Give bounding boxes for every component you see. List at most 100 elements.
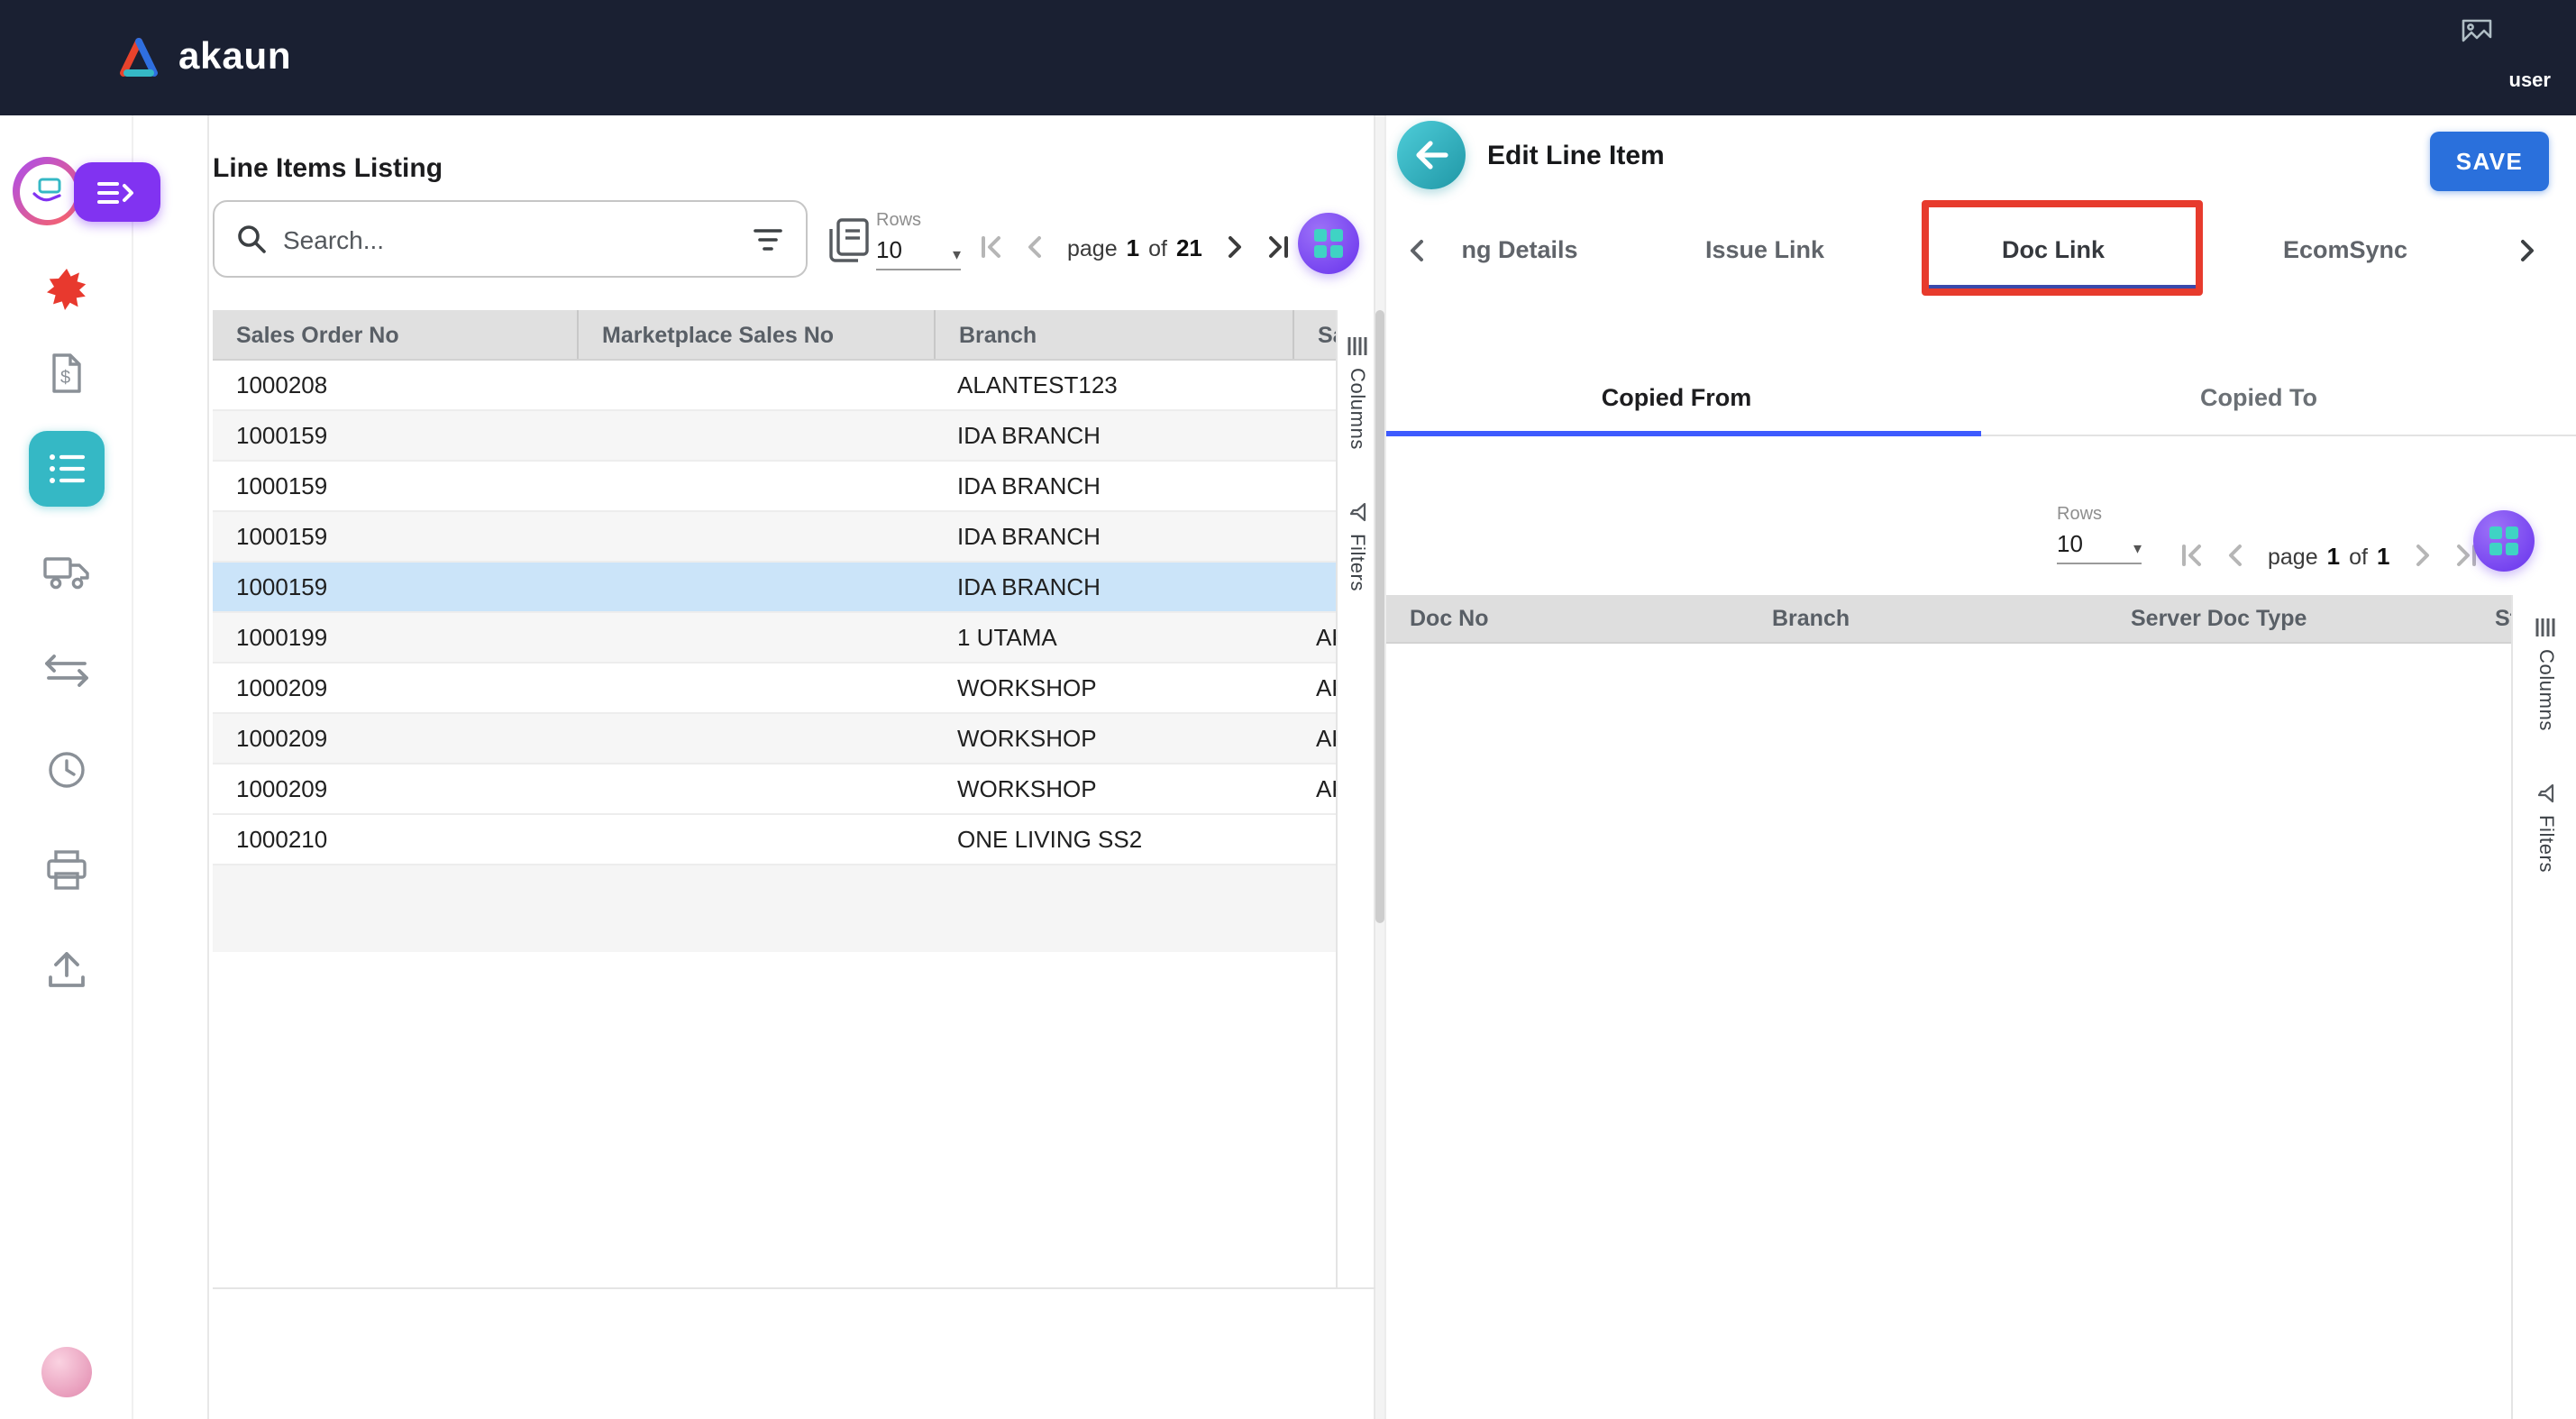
sidebar-item-print[interactable] xyxy=(0,829,133,909)
column-header-clipped[interactable]: St xyxy=(2471,595,2511,642)
table-side-strip: Columns Filters xyxy=(2511,595,2576,1419)
table-cell: IDA BRANCH xyxy=(934,512,1293,561)
table-cell: IDA BRANCH xyxy=(934,462,1293,510)
module-badge xyxy=(19,163,75,219)
truck-icon xyxy=(43,553,90,590)
rows-per-page-select[interactable]: Rows 10 ▾ xyxy=(2057,505,2142,564)
line-items-panel: Line Items Listing Rows 10 ▾ xyxy=(207,115,1375,1419)
card-view-icon[interactable] xyxy=(826,216,871,265)
sidebar-expand-control[interactable] xyxy=(13,157,81,225)
scrollbar-thumb[interactable] xyxy=(1375,310,1384,923)
search-input[interactable] xyxy=(283,224,735,253)
last-page-button[interactable] xyxy=(1262,231,1294,263)
sidebar-item-promo[interactable] xyxy=(0,249,133,328)
tab-ecomsync[interactable]: EcomSync xyxy=(2283,236,2407,263)
dropdown-caret-icon: ▾ xyxy=(2133,541,2142,557)
first-page-button[interactable] xyxy=(975,231,1008,263)
table-row[interactable]: 1000199 1 UTAMA AK xyxy=(213,613,1338,664)
table-row[interactable]: 1000209 WORKSHOP AK xyxy=(213,764,1338,815)
tab-ng-details[interactable]: ng Details xyxy=(1461,236,1577,263)
subtab-copied-from[interactable]: Copied From xyxy=(1602,384,1752,411)
tabs-scroll-right-button[interactable] xyxy=(2511,234,2544,267)
rows-label: Rows xyxy=(2057,505,2142,525)
column-header-doc-no[interactable]: Doc No xyxy=(1386,595,1749,642)
page-title: Line Items Listing xyxy=(213,153,443,184)
table-cell: ALANTEST123 xyxy=(934,361,1293,409)
columns-label: Columns xyxy=(1346,368,1367,450)
table-cell: 1000209 xyxy=(213,664,577,712)
table-row[interactable]: 1000210 ONE LIVING SS2 xyxy=(213,815,1338,865)
filters-toggle[interactable]: Filters xyxy=(1346,500,1367,590)
column-header-branch[interactable]: Branch xyxy=(1749,595,2107,642)
table-bottom-border xyxy=(213,1287,1375,1289)
table-side-strip: Columns Filters xyxy=(1336,310,1375,1287)
rows-per-page-select[interactable]: Rows 10 ▾ xyxy=(876,211,961,270)
subtab-copied-to[interactable]: Copied To xyxy=(2200,384,2317,411)
table-cell: AK xyxy=(1293,613,1338,662)
prev-page-button[interactable] xyxy=(2219,539,2252,572)
sidebar-item-transfer[interactable] xyxy=(0,631,133,710)
red-burst-icon xyxy=(45,267,88,310)
sidebar-item-upload[interactable] xyxy=(0,929,133,1008)
pagination: page 1 of 1 xyxy=(2176,532,2481,579)
table-cell: 1000159 xyxy=(213,563,577,611)
table-row[interactable]: 1000159 IDA BRANCH xyxy=(213,411,1338,462)
table-cell xyxy=(1293,411,1338,460)
back-button[interactable] xyxy=(1397,121,1466,189)
table-cell: 1000210 xyxy=(213,815,577,864)
filter-list-icon[interactable] xyxy=(752,226,784,252)
tabs-scroll-left-button[interactable] xyxy=(1401,234,1433,267)
table-row[interactable]: 1000208 ALANTEST123 xyxy=(213,361,1338,411)
table-row[interactable]: 1000209 WORKSHOP AK xyxy=(213,714,1338,764)
panel-scrollbar[interactable] xyxy=(1375,115,1384,1419)
column-header-clipped[interactable]: Sa xyxy=(1293,310,1338,359)
line-items-table: Sales Order No Marketplace Sales No Bran… xyxy=(213,310,1338,952)
sidebar-item-history[interactable] xyxy=(0,730,133,810)
profile-avatar[interactable] xyxy=(41,1347,92,1397)
user-avatar-broken-image[interactable]: user xyxy=(2461,14,2551,97)
table-cell xyxy=(1293,361,1338,409)
column-header-marketplace-sales-no[interactable]: Marketplace Sales No xyxy=(577,310,934,359)
table-cell: 1000199 xyxy=(213,613,577,662)
column-header-sales-order-no[interactable]: Sales Order No xyxy=(213,310,577,359)
next-page-button[interactable] xyxy=(1219,231,1251,263)
table-row[interactable]: 1000159 IDA BRANCH xyxy=(213,462,1338,512)
akaun-logo-icon xyxy=(115,36,162,79)
table-row-selected[interactable]: 1000159 IDA BRANCH xyxy=(213,563,1338,613)
tab-issue-link[interactable]: Issue Link xyxy=(1705,236,1824,263)
table-cell xyxy=(577,815,934,864)
columns-toggle[interactable]: Columns xyxy=(2535,617,2556,731)
table-row[interactable]: 1000209 WORKSHOP AK xyxy=(213,664,1338,714)
brand-name: akaun xyxy=(178,36,291,79)
table-cell xyxy=(1293,512,1338,561)
prev-page-button[interactable] xyxy=(1019,231,1051,263)
sidebar-item-delivery[interactable] xyxy=(0,532,133,611)
doc-link-table-header-row: Doc No Branch Server Doc Type St xyxy=(1386,595,2511,644)
menu-arrow-icon xyxy=(96,178,139,206)
table-row[interactable]: 1000159 IDA BRANCH xyxy=(213,512,1338,563)
table-cell: 1000208 xyxy=(213,361,577,409)
upload-icon xyxy=(45,948,88,988)
sidebar-pin-button[interactable] xyxy=(74,162,160,222)
columns-toggle[interactable]: Columns xyxy=(1346,335,1367,450)
app-root: akaun user xyxy=(0,0,2576,1419)
save-button[interactable]: SAVE xyxy=(2430,132,2549,191)
next-page-button[interactable] xyxy=(2406,539,2438,572)
grid-menu-button[interactable] xyxy=(1298,213,1359,274)
sidebar-item-billing[interactable]: $ xyxy=(0,334,133,413)
page-indicator: page 1 of 1 xyxy=(2268,542,2389,569)
table-cell xyxy=(1293,462,1338,510)
filters-toggle[interactable]: Filters xyxy=(2535,782,2556,872)
active-tab-indicator xyxy=(1922,285,2196,290)
svg-text:$: $ xyxy=(60,368,70,388)
panel-title: Edit Line Item xyxy=(1487,141,1665,171)
table-cell: WORKSHOP xyxy=(934,714,1293,763)
column-header-server-doc-type[interactable]: Server Doc Type xyxy=(2107,595,2471,642)
first-page-button[interactable] xyxy=(2176,539,2208,572)
grid-menu-button[interactable] xyxy=(2473,510,2535,572)
table-cell xyxy=(577,714,934,763)
tab-doc-link[interactable]: Doc Link xyxy=(2002,236,2105,263)
sidebar-item-line-items[interactable] xyxy=(0,429,133,508)
column-header-branch[interactable]: Branch xyxy=(934,310,1293,359)
brand-logo[interactable]: akaun xyxy=(115,0,291,115)
